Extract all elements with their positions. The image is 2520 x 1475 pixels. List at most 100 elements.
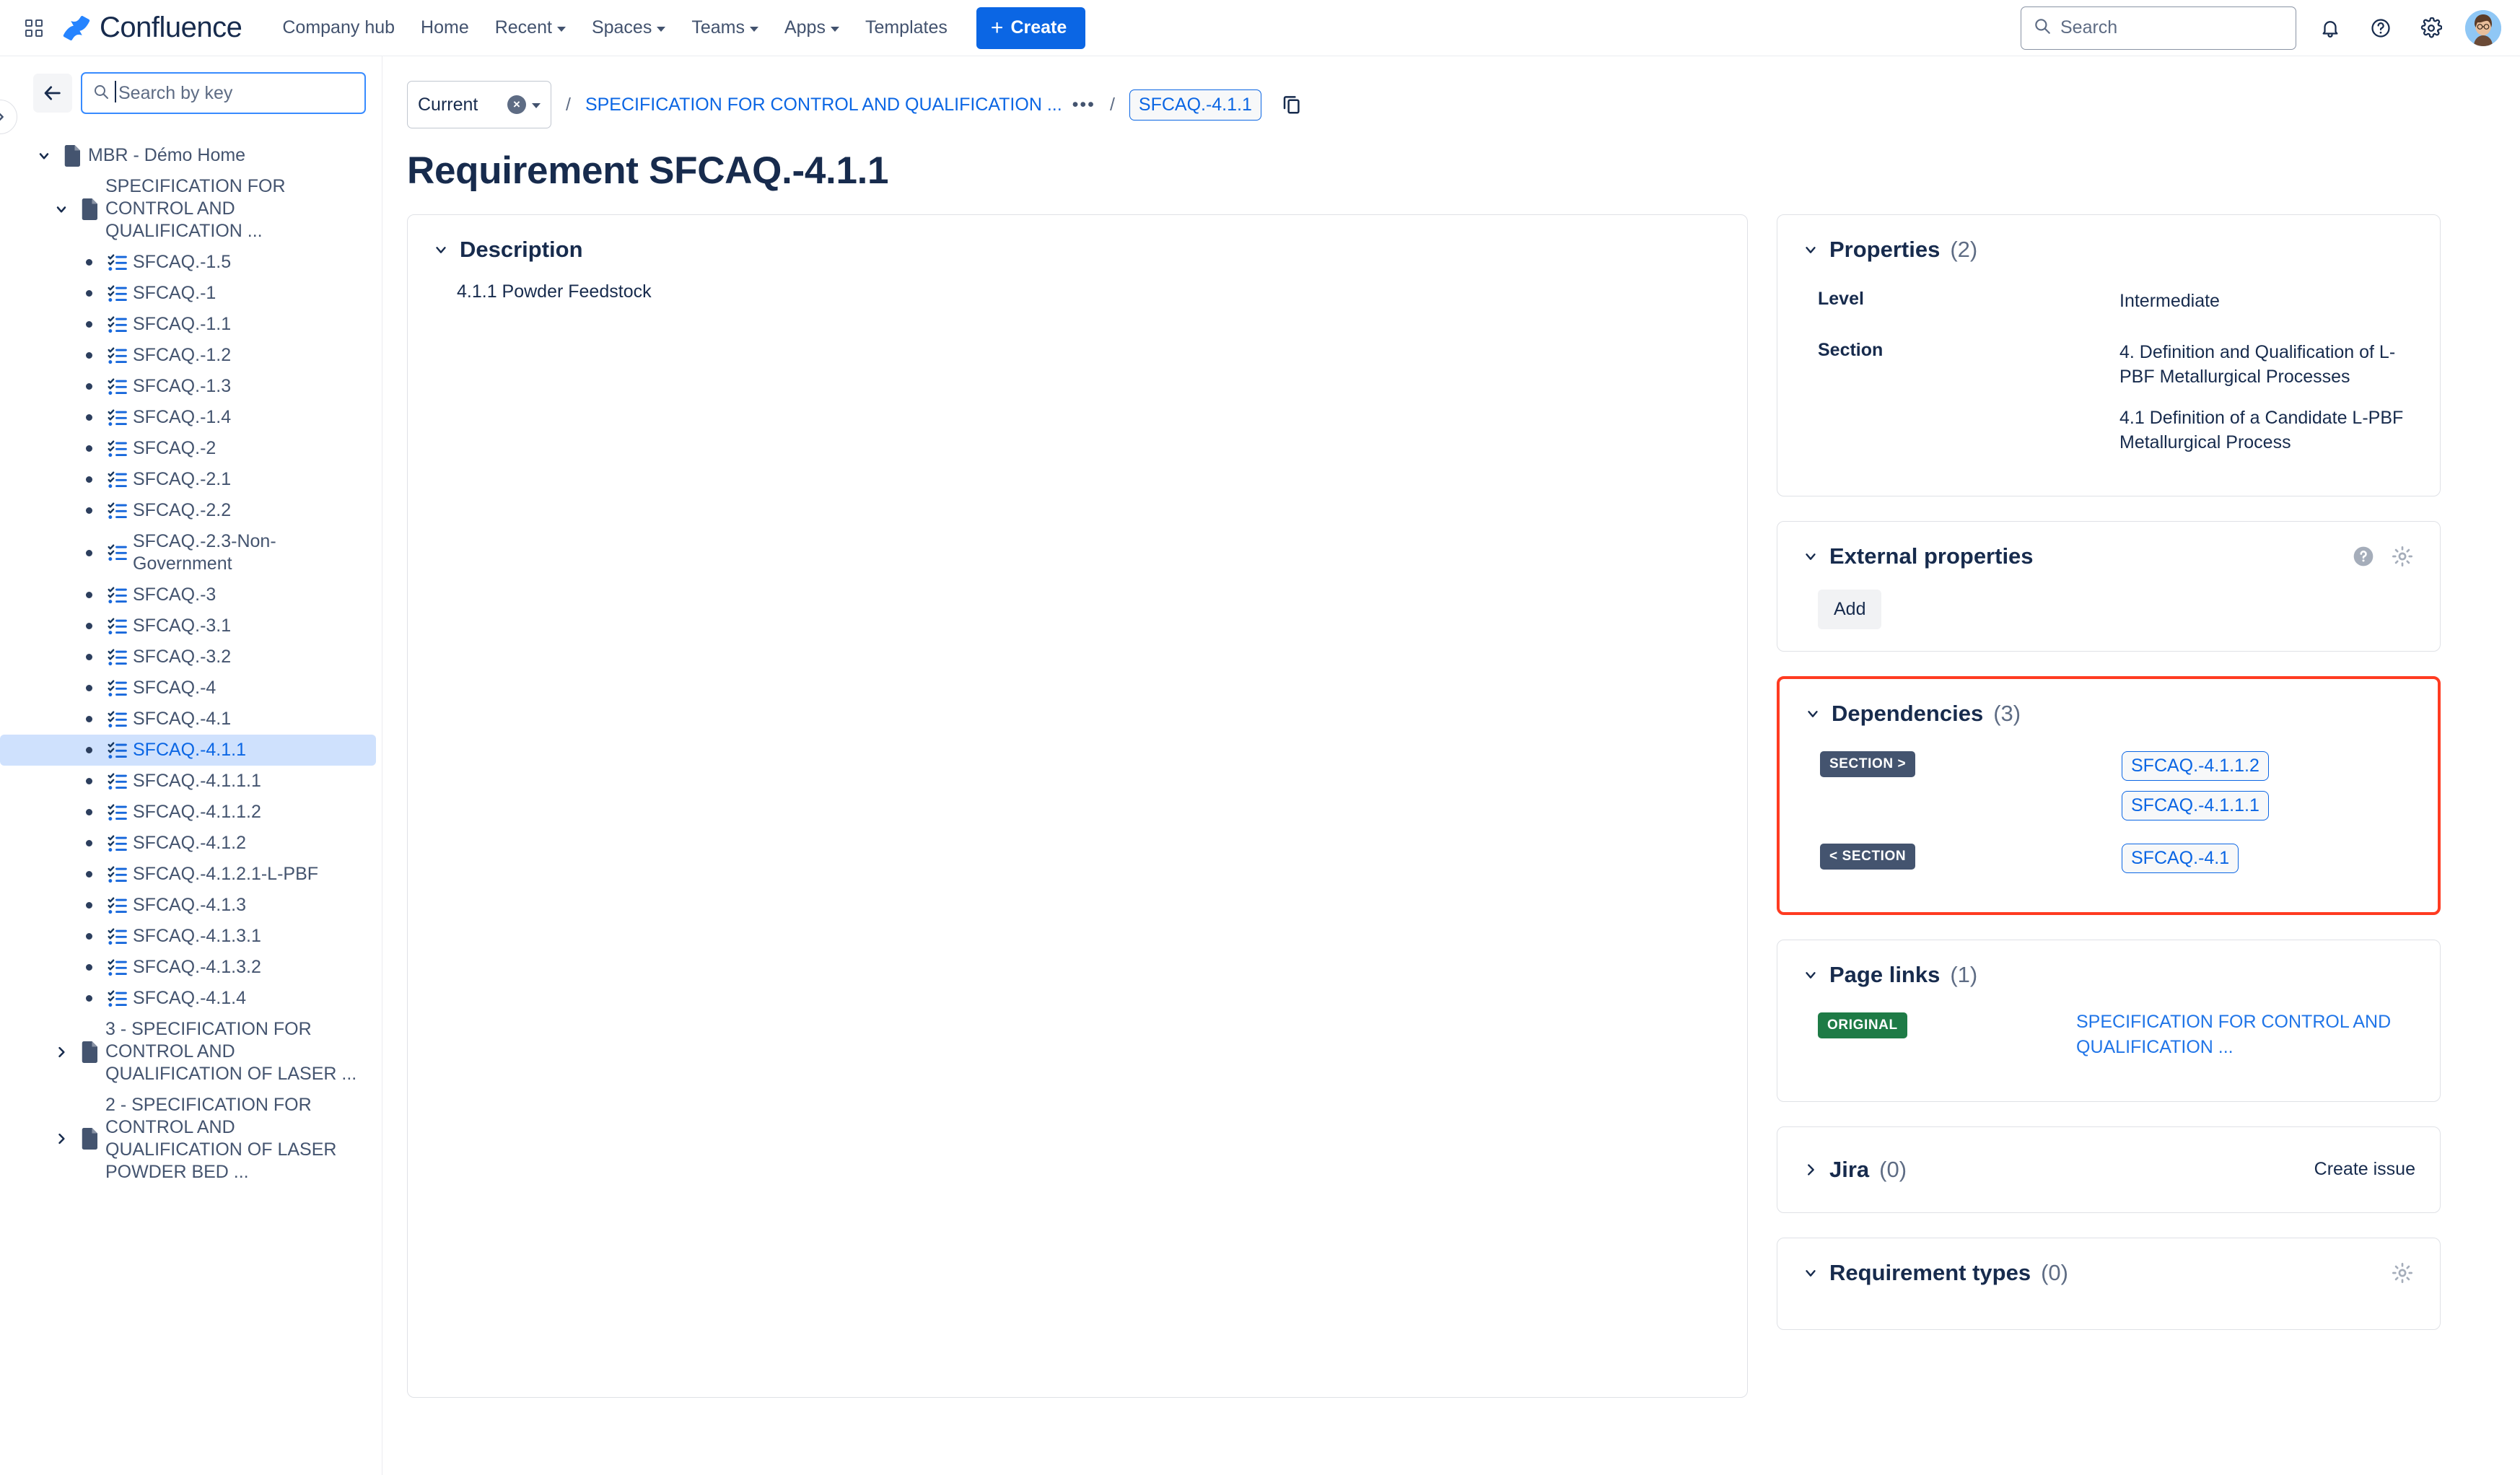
sidebar-tree-item[interactable]: SFCAQ.-2.1 bbox=[0, 464, 376, 495]
profile-avatar[interactable] bbox=[2465, 10, 2501, 46]
clear-x-icon[interactable]: × bbox=[507, 95, 526, 114]
help-circle-icon[interactable] bbox=[2350, 543, 2376, 569]
chevron-right-icon[interactable] bbox=[1802, 1162, 1819, 1178]
add-external-property-button[interactable]: Add bbox=[1818, 590, 1881, 629]
global-search-input[interactable]: Search bbox=[2021, 6, 2296, 50]
sidebar-tree-item[interactable]: SFCAQ.-4.1.1 bbox=[0, 735, 376, 766]
chevron-down-icon[interactable] bbox=[48, 202, 75, 216]
requirement-types-title: Requirement types bbox=[1829, 1260, 2031, 1286]
nav-home[interactable]: Home bbox=[411, 9, 479, 46]
requirement-icon bbox=[102, 315, 133, 335]
requirement-icon bbox=[102, 771, 133, 792]
chevron-right-icon[interactable] bbox=[48, 1045, 75, 1059]
sidebar-tree-item-label: SFCAQ.-4.1.1.2 bbox=[133, 801, 261, 823]
chevron-down-icon[interactable] bbox=[1804, 706, 1821, 722]
chevron-right-icon[interactable] bbox=[48, 1132, 75, 1146]
sidebar-tree-item[interactable]: SFCAQ.-1.5 bbox=[0, 247, 376, 278]
chevron-down-icon[interactable] bbox=[1802, 1265, 1819, 1281]
sidebar-tree-item[interactable]: SFCAQ.-4.1.3.1 bbox=[0, 921, 376, 952]
requirement-icon bbox=[102, 709, 133, 730]
requirement-icon bbox=[102, 740, 133, 761]
nav-teams[interactable]: Teams bbox=[681, 9, 769, 46]
sidebar-tree-item[interactable]: SFCAQ.-4.1.3 bbox=[0, 890, 376, 921]
chevron-down-icon[interactable] bbox=[1802, 548, 1819, 564]
properties-title: Properties bbox=[1829, 237, 1940, 263]
sidebar-tree-item[interactable]: SFCAQ.-4.1.2 bbox=[0, 828, 376, 859]
sidebar-tree-item[interactable]: SFCAQ.-1.3 bbox=[0, 371, 376, 402]
notifications-bell-icon[interactable] bbox=[2314, 12, 2347, 45]
sidebar-tree-item[interactable]: SFCAQ.-4 bbox=[0, 673, 376, 704]
tree-bullet bbox=[75, 592, 102, 598]
nav-label: Templates bbox=[865, 17, 948, 38]
sidebar-tree-item[interactable]: SFCAQ.-4.1.1.2 bbox=[0, 797, 376, 828]
tree-bullet bbox=[75, 654, 102, 660]
sidebar-tree-item[interactable]: SPECIFICATION FOR CONTROL AND QUALIFICAT… bbox=[0, 171, 376, 247]
sidebar-tree-item[interactable]: SFCAQ.-2 bbox=[0, 433, 376, 464]
nav-apps[interactable]: Apps bbox=[774, 9, 849, 46]
dependency-chip[interactable]: SFCAQ.-4.1 bbox=[2122, 844, 2239, 873]
requirement-icon bbox=[102, 408, 133, 428]
tree-bullet bbox=[75, 290, 102, 297]
page-links-title: Page links bbox=[1829, 962, 1940, 988]
confluence-logo[interactable]: Confluence bbox=[62, 12, 242, 44]
sidebar-tree-item[interactable]: SFCAQ.-1.4 bbox=[0, 402, 376, 433]
sidebar-tree-item[interactable]: SFCAQ.-4.1.2.1-L-PBF bbox=[0, 859, 376, 890]
sidebar-tree-item[interactable]: SFCAQ.-4.1 bbox=[0, 704, 376, 735]
sidebar-tree-item[interactable]: 2 - SPECIFICATION FOR CONTROL AND QUALIF… bbox=[0, 1090, 376, 1188]
breadcrumb-overflow-button[interactable]: ••• bbox=[1072, 95, 1095, 115]
dependency-chip[interactable]: SFCAQ.-4.1.1.2 bbox=[2122, 751, 2269, 781]
sidebar-tree-item[interactable]: SFCAQ.-3.2 bbox=[0, 642, 376, 673]
description-title: Description bbox=[460, 237, 583, 263]
settings-gear-icon[interactable] bbox=[2389, 543, 2415, 569]
create-button[interactable]: + Create bbox=[976, 7, 1085, 49]
back-arrow-icon[interactable] bbox=[33, 74, 72, 113]
dependency-relation-tag: < SECTION bbox=[1820, 844, 1915, 870]
chevron-down-icon[interactable] bbox=[1802, 242, 1819, 258]
sidebar-tree-item[interactable]: MBR - Démo Home bbox=[0, 140, 376, 171]
chevron-down-icon[interactable] bbox=[432, 242, 450, 258]
sidebar-tree-item[interactable]: SFCAQ.-4.1.3.2 bbox=[0, 952, 376, 983]
sidebar-tree-item[interactable]: SFCAQ.-2.3-Non-Government bbox=[0, 526, 376, 579]
help-icon[interactable] bbox=[2364, 12, 2397, 45]
sidebar-tree-item-label: SFCAQ.-2.2 bbox=[133, 499, 231, 522]
copy-icon[interactable] bbox=[1277, 90, 1306, 119]
sidebar-tree-item[interactable]: SFCAQ.-4.1.1.1 bbox=[0, 766, 376, 797]
sidebar-tree-item[interactable]: SFCAQ.-3.1 bbox=[0, 610, 376, 642]
chevron-down-icon[interactable] bbox=[30, 149, 58, 163]
chevron-down-icon[interactable] bbox=[1802, 967, 1819, 983]
requirement-icon bbox=[102, 501, 133, 521]
requirement-types-header: Requirement types (0) bbox=[1802, 1260, 2415, 1286]
breadcrumb-current-chip[interactable]: SFCAQ.-4.1.1 bbox=[1129, 89, 1261, 121]
app-shell: Search by key MBR - Démo HomeSPECIFICATI… bbox=[0, 56, 2520, 1475]
primary-nav: Company hub Home Recent Spaces Teams App… bbox=[272, 9, 958, 46]
nav-company-hub[interactable]: Company hub bbox=[272, 9, 405, 46]
nav-recent[interactable]: Recent bbox=[485, 9, 576, 46]
property-key: Level bbox=[1802, 281, 2119, 333]
sidebar-tree-item-label: SFCAQ.-4.1.2.1-L-PBF bbox=[133, 863, 318, 885]
nav-templates[interactable]: Templates bbox=[855, 9, 958, 46]
page-link[interactable]: SPECIFICATION FOR CONTROL AND QUALIFICAT… bbox=[2076, 1012, 2391, 1058]
sidebar-tree-item[interactable]: SFCAQ.-1.2 bbox=[0, 340, 376, 371]
sidebar-tree-item[interactable]: SFCAQ.-4.1.4 bbox=[0, 983, 376, 1014]
sidebar-tree-item-label: SFCAQ.-2.1 bbox=[133, 468, 231, 491]
version-selector[interactable]: Current × bbox=[407, 81, 551, 128]
tree-bullet bbox=[75, 995, 102, 1002]
sidebar-tree-item[interactable]: SFCAQ.-3 bbox=[0, 579, 376, 610]
nav-spaces[interactable]: Spaces bbox=[582, 9, 675, 46]
breadcrumb-space-link[interactable]: SPECIFICATION FOR CONTROL AND QUALIFICAT… bbox=[585, 95, 1062, 115]
search-by-key-input[interactable]: Search by key bbox=[81, 72, 366, 114]
tree-bullet bbox=[75, 964, 102, 971]
app-switcher-icon[interactable] bbox=[19, 13, 49, 43]
sidebar-tree-item[interactable]: 3 - SPECIFICATION FOR CONTROL AND QUALIF… bbox=[0, 1014, 376, 1090]
requirement-icon bbox=[102, 346, 133, 366]
create-issue-button[interactable]: Create issue bbox=[2314, 1159, 2415, 1180]
sidebar-tree-item[interactable]: SFCAQ.-1.1 bbox=[0, 309, 376, 340]
settings-gear-icon[interactable] bbox=[2389, 1260, 2415, 1286]
dependency-relation-cell: < SECTION bbox=[1804, 838, 2122, 890]
dependency-chip[interactable]: SFCAQ.-4.1.1.1 bbox=[2122, 791, 2269, 820]
sidebar-tree-item[interactable]: SFCAQ.-2.2 bbox=[0, 495, 376, 526]
page-links-count: (1) bbox=[1950, 962, 1977, 988]
sidebar-tree-item[interactable]: SFCAQ.-1 bbox=[0, 278, 376, 309]
requirement-icon bbox=[102, 377, 133, 397]
settings-gear-icon[interactable] bbox=[2415, 12, 2448, 45]
